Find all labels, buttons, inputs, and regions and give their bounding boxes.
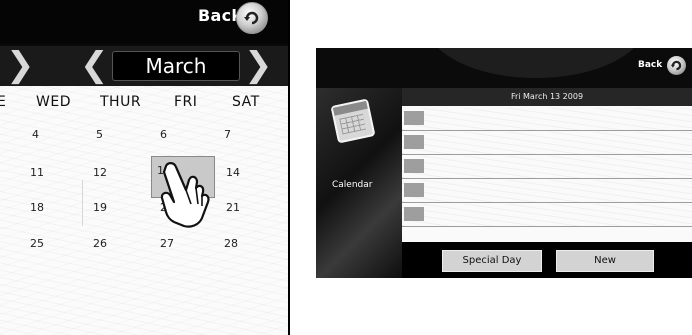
sidebar-item-calendar[interactable]: Calendar (332, 180, 372, 190)
row-tab (404, 183, 424, 197)
row-tab (404, 159, 424, 173)
month-bar: ❯ ❮ March ❯ (0, 46, 290, 86)
day-name: E (0, 94, 7, 110)
time-slot-row[interactable] (402, 132, 692, 155)
date-header: Fri March 13 2009 (402, 88, 692, 106)
day-name: THUR (100, 94, 142, 110)
grid-divider (82, 180, 83, 226)
day-cell[interactable]: 28 (224, 237, 238, 250)
day-cell[interactable]: 25 (30, 237, 44, 250)
panel-border (288, 0, 290, 335)
row-tab (404, 111, 424, 125)
day-cell[interactable]: 27 (160, 237, 174, 250)
time-slot-row[interactable] (402, 180, 692, 203)
day-name: FRI (174, 94, 198, 110)
calendar-icon[interactable] (330, 98, 376, 144)
day-cell[interactable]: 19 (93, 201, 107, 214)
day-cell[interactable]: 4 (32, 128, 39, 141)
day-name: WED (36, 94, 71, 110)
new-button[interactable]: New (556, 250, 654, 272)
decorative-arc (426, 48, 646, 78)
day-cell[interactable]: 11 (30, 166, 44, 179)
back-arrow-icon[interactable] (236, 2, 268, 34)
month-label: March (112, 51, 240, 81)
day-cell[interactable]: 18 (30, 201, 44, 214)
day-cell[interactable]: 6 (160, 128, 167, 141)
day-cell[interactable]: 7 (224, 128, 231, 141)
day-cell[interactable]: 21 (226, 201, 240, 214)
day-cell[interactable]: 5 (96, 128, 103, 141)
chevron-left-icon[interactable]: ❮ (80, 48, 109, 82)
chevron-right-icon[interactable]: ❯ (6, 48, 35, 82)
month-grid: E WED THUR FRI SAT 4 5 6 7 11 12 13 14 1… (0, 86, 288, 335)
pointing-hand-icon (160, 162, 210, 228)
row-tab (404, 135, 424, 149)
day-cell[interactable]: 26 (93, 237, 107, 250)
top-bar: Back (316, 48, 692, 88)
time-slot-row[interactable] (402, 156, 692, 179)
back-label[interactable]: Back (638, 60, 662, 70)
top-bar: Back (0, 0, 290, 44)
calendar-icon-grid (339, 113, 367, 135)
special-day-button[interactable]: Special Day (442, 250, 542, 272)
row-tab (404, 207, 424, 221)
day-cell[interactable]: 14 (226, 166, 240, 179)
chevron-right-icon[interactable]: ❯ (244, 48, 273, 82)
sidebar: Calendar (316, 88, 402, 278)
device-day-view: Back Calendar Fri March 13 2009 Special … (316, 48, 692, 278)
day-name: SAT (232, 94, 260, 110)
zoomed-calendar-view: Back ❯ ❮ March ❯ E WED THUR FRI SAT 4 5 … (0, 0, 290, 335)
day-cell[interactable]: 12 (93, 166, 107, 179)
back-arrow-icon[interactable] (667, 56, 686, 75)
time-slot-row[interactable] (402, 204, 692, 227)
time-slot-row[interactable] (402, 108, 692, 131)
